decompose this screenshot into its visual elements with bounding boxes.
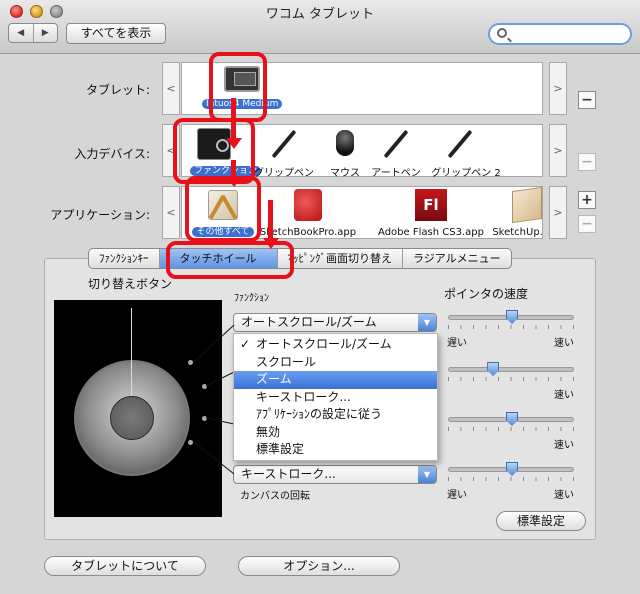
menu-item-autoscroll-zoom[interactable]: ✓ オートスクロール/ズーム xyxy=(234,336,437,354)
menu-item-default[interactable]: 標準設定 xyxy=(234,441,437,459)
menu-item-disabled[interactable]: 無効 xyxy=(234,424,437,442)
function-dropdown-menu: ✓ オートスクロール/ズーム スクロール ズーム キーストローク... ｱﾌﾟﾘｹ… xyxy=(233,333,438,461)
menu-item-zoom[interactable]: ズーム xyxy=(234,371,437,389)
annotation-box-application xyxy=(185,176,261,242)
indicator-connector-lines xyxy=(193,324,235,475)
connector-line-3 xyxy=(205,417,235,425)
connector-line-1 xyxy=(193,324,235,363)
annotation-box-tablet xyxy=(209,52,267,122)
annotation-box-device xyxy=(173,118,255,184)
menu-item-application-defined[interactable]: ｱﾌﾟﾘｹｰｼｮﾝの設定に従う xyxy=(234,406,437,424)
menu-item-keystroke[interactable]: キーストローク... xyxy=(234,389,437,407)
connector-line-2 xyxy=(205,371,235,387)
connector-line-4 xyxy=(193,441,235,475)
checkmark-icon: ✓ xyxy=(240,337,251,351)
menu-item-scroll[interactable]: スクロール xyxy=(234,354,437,372)
